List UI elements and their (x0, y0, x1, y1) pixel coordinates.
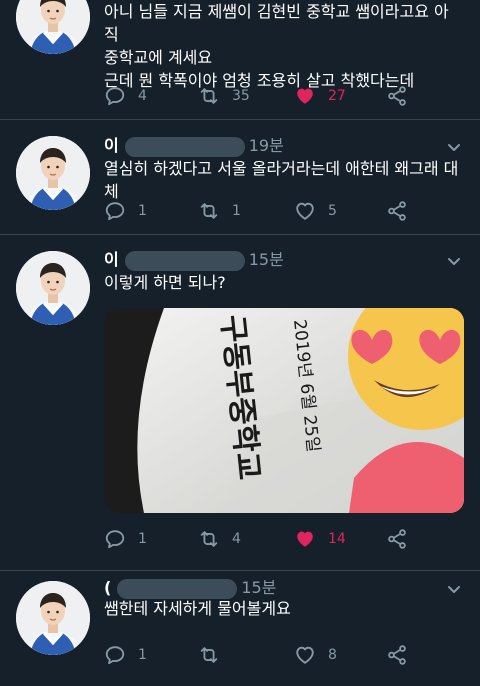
reply-count: 1 (138, 531, 147, 547)
like-button[interactable]: 14 (294, 526, 346, 552)
tweet-header: 이 19분 (104, 135, 284, 157)
chevron-down-icon[interactable] (446, 253, 462, 269)
heart-icon (294, 200, 316, 222)
reply-icon (104, 85, 126, 107)
redacted-name (124, 136, 245, 157)
avatar[interactable] (16, 251, 90, 325)
retweet-button[interactable]: 35 (198, 83, 250, 109)
retweet-button[interactable]: 1 (198, 198, 241, 224)
share-icon (386, 85, 408, 107)
tweet-text: 이렇게 하면 되나? (104, 273, 226, 292)
reply-count: 1 (138, 203, 147, 219)
share-button[interactable] (386, 526, 420, 552)
tweet-2[interactable]: 이 19분 열심히 하겠다고 서울 올라거라는데 애한테 왜그래 대체 1 1 5 (0, 120, 480, 234)
tweet-actions: 1 8 (104, 642, 424, 668)
retweet-count: 35 (232, 88, 250, 104)
tweet-header: 이 15분 (104, 249, 284, 271)
tweet-text: 아니 님들 지금 제쌤이 김현빈 중학교 쌤이라고요 아직 중학교에 계세요 근… (104, 2, 449, 90)
tweet-text: 쌤한테 자세하게 물어볼게요 (104, 599, 291, 618)
tweet-3[interactable]: 이 15분 이렇게 하면 되나? 구동부중학교 2019년 6월 25일 학교 (0, 235, 480, 570)
heart-icon (294, 644, 316, 666)
redacted-name (117, 578, 238, 599)
reply-button[interactable]: 1 (104, 642, 147, 668)
like-count: 5 (328, 203, 337, 219)
share-icon (386, 644, 408, 666)
avatar[interactable] (16, 581, 90, 655)
like-count: 14 (328, 531, 346, 547)
tweet-1[interactable]: 아니 님들 지금 제쌤이 김현빈 중학교 쌤이라고요 아직 중학교에 계세요 근… (0, 0, 480, 119)
redacted-name (124, 250, 245, 271)
share-button[interactable] (386, 198, 420, 224)
chevron-down-icon[interactable] (446, 139, 462, 155)
retweet-button[interactable]: 4 (198, 526, 241, 552)
retweet-count: 4 (232, 531, 241, 547)
display-name[interactable]: ( (104, 578, 111, 597)
reply-icon (104, 644, 126, 666)
display-name[interactable]: 이 (104, 250, 119, 269)
reply-button[interactable]: 1 (104, 526, 147, 552)
heart-icon (294, 528, 316, 550)
timestamp[interactable]: 15분 (241, 578, 276, 597)
reply-count: 1 (138, 647, 147, 663)
timestamp[interactable]: 19분 (249, 136, 284, 155)
like-count: 27 (328, 88, 346, 104)
share-icon (386, 200, 408, 222)
like-count: 8 (328, 647, 337, 663)
retweet-button[interactable] (198, 642, 232, 668)
tweet-actions: 1 1 5 (104, 198, 424, 224)
retweet-icon (198, 85, 220, 107)
heart-icon (294, 85, 316, 107)
like-button[interactable]: 5 (294, 198, 337, 224)
display-name[interactable]: 이 (104, 136, 119, 155)
share-button[interactable] (386, 642, 420, 668)
reply-icon (104, 200, 126, 222)
share-icon (386, 528, 408, 550)
avatar[interactable] (16, 136, 90, 210)
tweet-text: 열심히 하겠다고 서울 올라거라는데 애한테 왜그래 대체 (104, 159, 459, 201)
chevron-down-icon[interactable] (446, 581, 462, 597)
avatar[interactable] (16, 0, 90, 54)
like-button[interactable]: 8 (294, 642, 337, 668)
tweet-media-photo[interactable]: 구동부중학교 2019년 6월 25일 학교 (104, 308, 464, 513)
retweet-icon (198, 528, 220, 550)
tweet-actions: 1 4 14 (104, 526, 424, 552)
share-button[interactable] (386, 83, 420, 109)
retweet-count: 1 (232, 203, 241, 219)
reply-count: 4 (138, 88, 147, 104)
reply-button[interactable]: 4 (104, 83, 147, 109)
document-photo: 구동부중학교 2019년 6월 25일 학교 (104, 308, 464, 513)
tweet-header: (15분 (104, 577, 276, 599)
reply-icon (104, 528, 126, 550)
retweet-icon (198, 200, 220, 222)
timestamp[interactable]: 15분 (249, 250, 284, 269)
tweet-4[interactable]: (15분 쌤한테 자세하게 물어볼게요 1 8 (0, 571, 480, 686)
like-button[interactable]: 27 (294, 83, 346, 109)
reply-button[interactable]: 1 (104, 198, 147, 224)
tweet-actions: 4 35 27 (104, 83, 424, 109)
retweet-icon (198, 644, 220, 666)
